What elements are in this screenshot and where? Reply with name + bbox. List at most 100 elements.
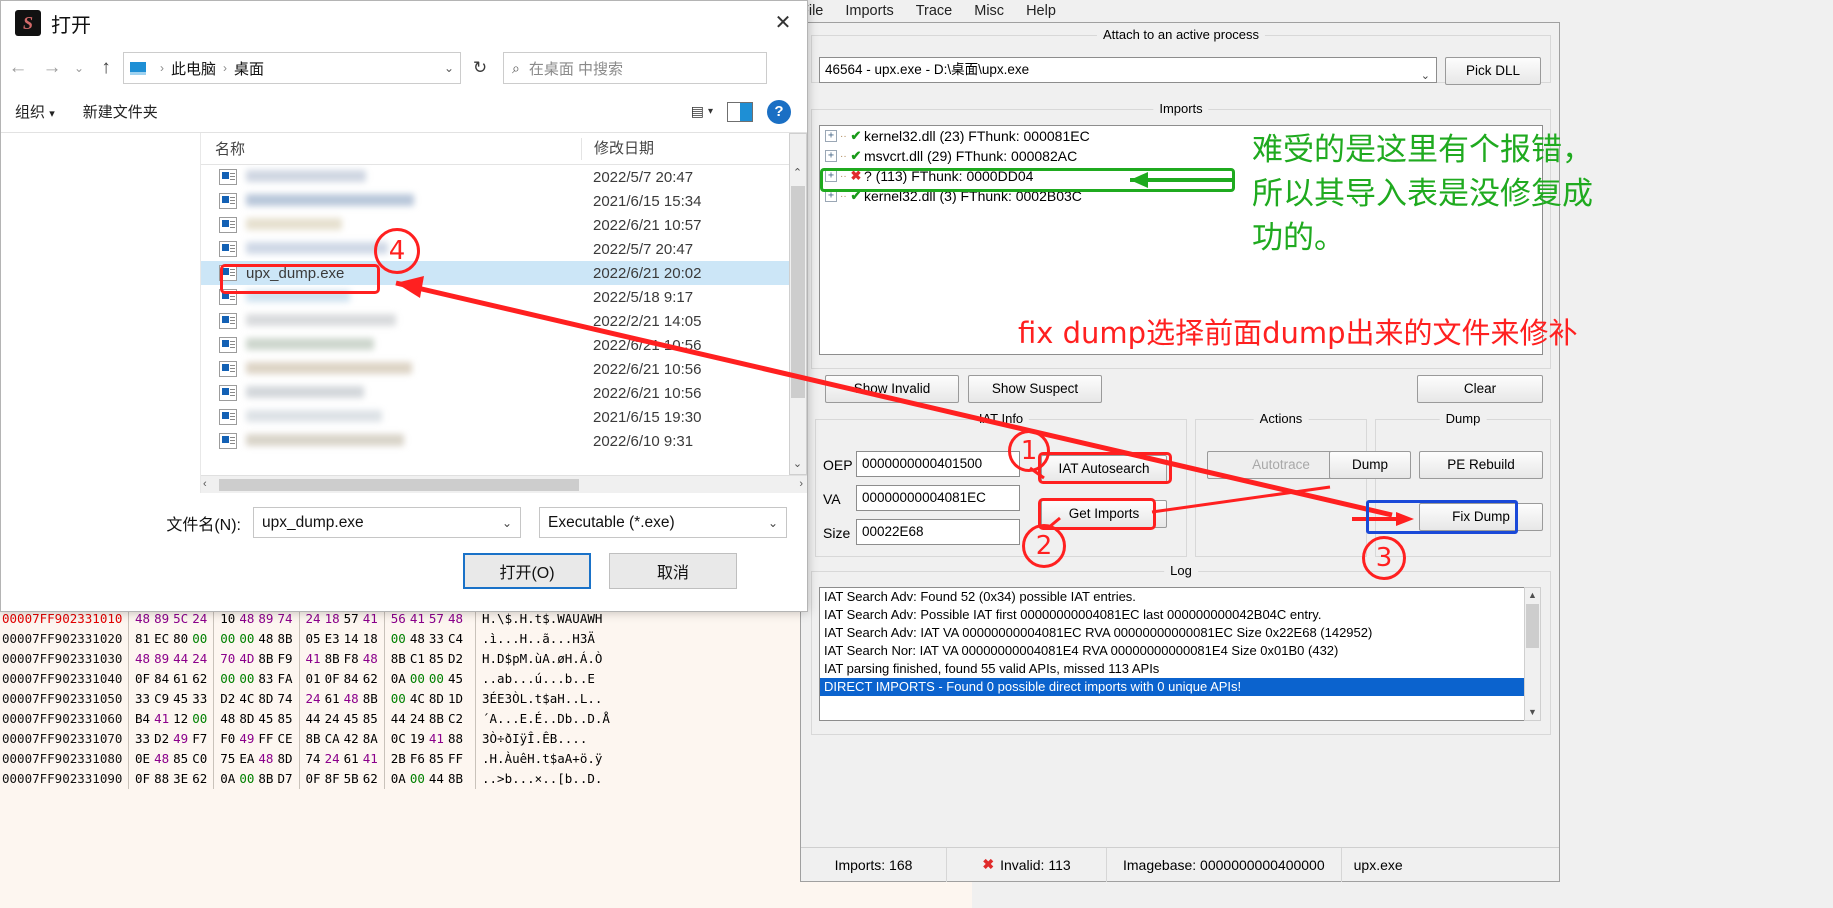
filetype-select[interactable]: Executable (*.exe) ⌄ (539, 507, 787, 538)
imports-tree-row[interactable]: + ·· ✖? (113) FThunk: 0000DD04 (820, 166, 1542, 186)
menu-item-help[interactable]: Help (1026, 3, 1056, 19)
show-invalid-button[interactable]: Show Invalid (825, 375, 959, 403)
cancel-button[interactable]: 取消 (609, 553, 737, 589)
file-row[interactable]: 2022/5/7 20:47 (201, 165, 789, 189)
log-line[interactable]: IAT Search Adv: Possible IAT first 00000… (820, 606, 1524, 624)
view-mode-button[interactable]: ▤ ▾ (691, 103, 713, 120)
log-line[interactable]: IAT Search Adv: IAT VA 00000000004081EC … (820, 624, 1524, 642)
refresh-icon[interactable]: ↻ (461, 58, 499, 78)
scroll-left-arrow[interactable]: ‹ (203, 478, 207, 490)
file-list-pane[interactable]: 名称 修改日期 2022/5/7 20:47 2021/6/15 15:34 202… (201, 133, 807, 493)
chevron-down-icon[interactable]: ⌄ (444, 61, 454, 75)
hex-byte: 41 (305, 651, 321, 666)
dump-button[interactable]: Dump (1329, 451, 1411, 479)
imports-tree-row[interactable]: + ·· ✔ kernel32.dll (3) FThunk: 0002B03C (820, 186, 1542, 206)
log-scrollbar[interactable]: ▲ ▼ (1524, 587, 1541, 721)
expand-icon[interactable]: + (825, 190, 837, 202)
file-row-selected[interactable]: upx_dump.exe 2022/6/21 20:02 (201, 261, 789, 285)
preview-pane-icon[interactable] (727, 101, 753, 122)
help-icon[interactable]: ? (767, 99, 791, 124)
file-list-scrollbar[interactable]: ⌃ ⌄ (789, 133, 807, 475)
log-line[interactable]: IAT Search Nor: IAT VA 00000000004081E4 … (820, 642, 1524, 660)
file-row[interactable]: 2021/6/15 19:30 (201, 405, 789, 429)
pe-rebuild-button[interactable]: PE Rebuild (1419, 451, 1543, 479)
file-list-hscrollbar[interactable]: ‹ › (201, 475, 807, 493)
file-row[interactable]: 2022/5/18 9:17 (201, 285, 789, 309)
up-button[interactable]: ↑ (89, 57, 123, 79)
file-row[interactable]: 2022/6/21 10:56 (201, 357, 789, 381)
hex-byte: 00 (239, 631, 255, 646)
organize-button[interactable]: 组织 ▾ (1, 101, 69, 122)
file-row[interactable]: 2022/6/21 10:57 (201, 213, 789, 237)
scroll-down-arrow[interactable]: ▼ (1525, 705, 1540, 720)
app-menubar[interactable]: File Imports Trace Misc Help (790, 0, 1833, 22)
iat-autosearch-button[interactable]: IAT Autosearch (1041, 455, 1167, 483)
get-imports-button[interactable]: Get Imports (1041, 500, 1167, 528)
scroll-thumb[interactable] (791, 186, 805, 398)
scroll-right-arrow[interactable]: › (799, 478, 803, 490)
file-row[interactable]: 2022/6/21 10:56 (201, 381, 789, 405)
scroll-thumb[interactable] (1526, 604, 1539, 648)
file-name-label (246, 217, 342, 234)
va-field[interactable]: 00000000004081EC (856, 485, 1020, 511)
hex-byte: 75 (220, 751, 236, 766)
hex-byte: 00 (428, 671, 444, 686)
fix-dump-button[interactable]: Fix Dump (1419, 503, 1543, 531)
recent-locations-button[interactable]: ⌄ (69, 61, 89, 75)
hex-byte: 85 (428, 751, 444, 766)
file-row[interactable]: 2022/6/10 9:31 (201, 429, 789, 453)
hex-byte: 44 (173, 651, 189, 666)
column-header-date[interactable]: 修改日期 (581, 137, 807, 160)
hex-byte: 5B (343, 771, 359, 786)
file-row[interactable]: 2022/2/21 14:05 (201, 309, 789, 333)
navigation-pane[interactable] (1, 133, 201, 493)
back-button[interactable]: ← (1, 57, 35, 79)
scroll-thumb-h[interactable] (219, 479, 579, 491)
file-row[interactable]: 2021/6/15 15:34 (201, 189, 789, 213)
scroll-down-arrow[interactable]: ⌄ (790, 457, 805, 472)
menu-item-misc[interactable]: Misc (974, 3, 1004, 19)
pick-dll-button[interactable]: Pick DLL (1445, 57, 1541, 85)
clear-button[interactable]: Clear (1417, 375, 1543, 403)
process-select[interactable]: 46564 - upx.exe - D:\桌面\upx.exe ⌄ (819, 57, 1437, 83)
menu-item-trace[interactable]: Trace (916, 3, 953, 19)
imports-tree-row[interactable]: + ·· ✔ msvcrt.dll (29) FThunk: 000082AC (820, 146, 1542, 166)
imports-tree-label: kernel32.dll (3) FThunk: 0002B03C (864, 188, 1082, 204)
file-list[interactable]: 2022/5/7 20:47 2021/6/15 15:34 2022/6/21 1… (201, 165, 789, 475)
chevron-down-icon: ⌄ (1420, 70, 1430, 82)
breadcrumb-item-1[interactable]: 桌面 (234, 58, 264, 79)
expand-icon[interactable]: + (825, 130, 837, 142)
expand-icon[interactable]: + (825, 170, 837, 182)
open-button[interactable]: 打开(O) (463, 553, 591, 589)
search-input[interactable]: ⌕ 在桌面 中搜索 (503, 52, 767, 84)
menu-item-imports[interactable]: Imports (845, 3, 893, 19)
breadcrumb[interactable]: › 此电脑 › 桌面 ⌄ (123, 52, 461, 84)
file-row[interactable]: 2022/6/21 10:56 (201, 333, 789, 357)
hex-byte-group: 41 8B F8 48 (298, 649, 384, 669)
imports-tree-row[interactable]: + ·· ✔ kernel32.dll (23) FThunk: 000081EC (820, 126, 1542, 146)
scroll-up-arrow[interactable]: ⌃ (790, 166, 805, 181)
scroll-up-arrow[interactable]: ▲ (1525, 588, 1540, 603)
filename-input[interactable]: upx_dump.exe ⌄ (253, 507, 521, 538)
hex-byte: 42 (343, 731, 359, 746)
imports-tree[interactable]: + ·· ✔ kernel32.dll (23) FThunk: 000081EC + ·… (819, 125, 1543, 355)
log-line[interactable]: IAT parsing finished, found 55 valid API… (820, 660, 1524, 678)
size-field[interactable]: 00022E68 (856, 519, 1020, 545)
hex-byte: 2B (390, 751, 406, 766)
new-folder-button[interactable]: 新建文件夹 (69, 101, 172, 122)
log-list[interactable]: IAT Search Adv: Found 52 (0x34) possible… (819, 587, 1525, 721)
log-line[interactable]: DIRECT IMPORTS - Found 0 possible direct… (820, 678, 1524, 696)
chevron-down-icon[interactable]: ⌄ (768, 516, 778, 530)
forward-button[interactable]: → (35, 57, 69, 79)
breadcrumb-item-0[interactable]: 此电脑 (171, 58, 216, 79)
column-header-name[interactable]: 名称 (201, 138, 581, 159)
chevron-down-icon[interactable]: ⌄ (502, 516, 512, 530)
oep-field[interactable]: 0000000000401500 (856, 451, 1020, 477)
expand-icon[interactable]: + (825, 150, 837, 162)
close-icon[interactable]: ✕ (759, 1, 807, 45)
hex-byte: 62 (362, 771, 378, 786)
file-row[interactable]: 2022/5/7 20:47 (201, 237, 789, 261)
log-line[interactable]: IAT Search Adv: Found 52 (0x34) possible… (820, 588, 1524, 606)
show-suspect-button[interactable]: Show Suspect (968, 375, 1102, 403)
hex-byte: 45 (258, 711, 274, 726)
